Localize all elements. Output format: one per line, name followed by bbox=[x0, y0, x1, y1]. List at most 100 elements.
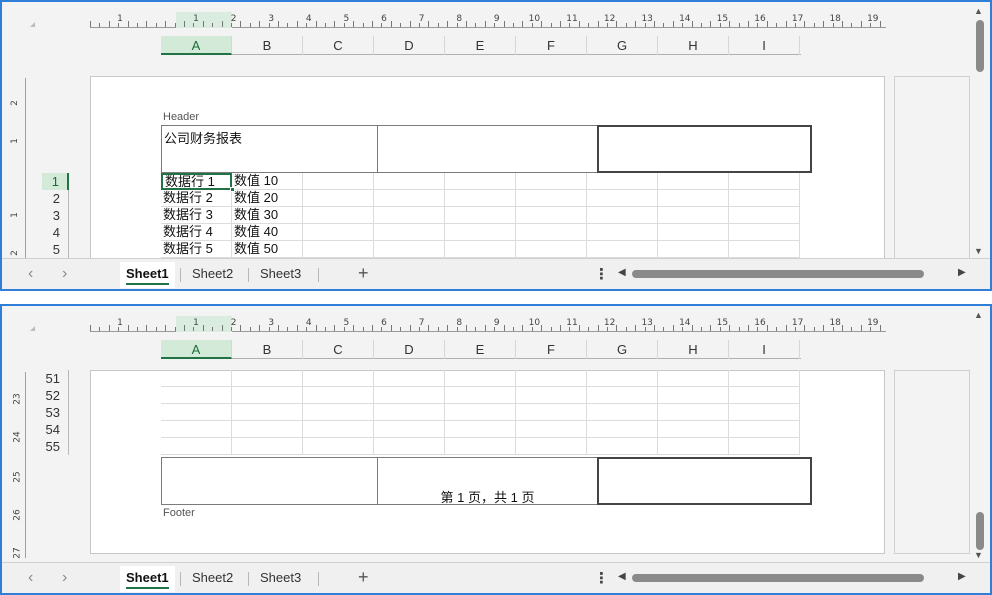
cell-d54[interactable] bbox=[374, 421, 445, 438]
scroll-up-icon[interactable]: ▲ bbox=[974, 310, 983, 320]
row-header-52[interactable]: 52 bbox=[42, 387, 69, 404]
cell-d53[interactable] bbox=[374, 404, 445, 421]
more-options-icon[interactable]: ⋮ bbox=[594, 265, 609, 283]
cell-e52[interactable] bbox=[445, 387, 516, 404]
column-header-e[interactable]: E bbox=[445, 36, 516, 55]
column-header-b[interactable]: B bbox=[232, 340, 303, 359]
cell-d51[interactable] bbox=[374, 370, 445, 387]
vertical-scroll-thumb[interactable] bbox=[976, 20, 984, 72]
cell-a55[interactable] bbox=[161, 438, 232, 455]
footer-right-section[interactable] bbox=[597, 457, 812, 505]
cell-d1[interactable] bbox=[374, 173, 445, 190]
cell-g5[interactable] bbox=[587, 241, 658, 258]
cell-a52[interactable] bbox=[161, 387, 232, 404]
column-header-f[interactable]: F bbox=[516, 36, 587, 55]
scroll-down-icon[interactable]: ▼ bbox=[974, 246, 983, 256]
tab-sheet3[interactable]: Sheet3 bbox=[254, 262, 307, 288]
cell-g55[interactable] bbox=[587, 438, 658, 455]
cell-b51[interactable] bbox=[232, 370, 303, 387]
tab-sheet2[interactable]: Sheet2 bbox=[186, 566, 239, 592]
cell-d4[interactable] bbox=[374, 224, 445, 241]
column-header-c[interactable]: C bbox=[303, 340, 374, 359]
column-header-a[interactable]: A bbox=[161, 340, 232, 359]
cell-b53[interactable] bbox=[232, 404, 303, 421]
cell-h3[interactable] bbox=[658, 207, 729, 224]
row-header-5[interactable]: 5 bbox=[42, 241, 69, 258]
add-sheet-icon[interactable]: + bbox=[358, 263, 369, 284]
cell-f52[interactable] bbox=[516, 387, 587, 404]
cell-g51[interactable] bbox=[587, 370, 658, 387]
cell-i54[interactable] bbox=[729, 421, 800, 438]
cell-d52[interactable] bbox=[374, 387, 445, 404]
cell-f51[interactable] bbox=[516, 370, 587, 387]
row-header-4[interactable]: 4 bbox=[42, 224, 69, 241]
cell-f55[interactable] bbox=[516, 438, 587, 455]
column-header-g[interactable]: G bbox=[587, 340, 658, 359]
cell-c4[interactable] bbox=[303, 224, 374, 241]
cell-i55[interactable] bbox=[729, 438, 800, 455]
tab-sheet2[interactable]: Sheet2 bbox=[186, 262, 239, 288]
cell-c51[interactable] bbox=[303, 370, 374, 387]
vertical-scroll-thumb[interactable] bbox=[976, 512, 984, 550]
column-header-i[interactable]: I bbox=[729, 340, 800, 359]
cell-b1[interactable]: 数值 10 bbox=[232, 173, 303, 190]
cell-d5[interactable] bbox=[374, 241, 445, 258]
cell-c52[interactable] bbox=[303, 387, 374, 404]
header-left-section[interactable]: 公司财务报表 bbox=[161, 125, 378, 173]
cell-d3[interactable] bbox=[374, 207, 445, 224]
cell-h53[interactable] bbox=[658, 404, 729, 421]
cell-h51[interactable] bbox=[658, 370, 729, 387]
row-header-53[interactable]: 53 bbox=[42, 404, 69, 421]
row-header-1[interactable]: 1 bbox=[42, 173, 69, 190]
cell-b55[interactable] bbox=[232, 438, 303, 455]
cell-h1[interactable] bbox=[658, 173, 729, 190]
cell-i51[interactable] bbox=[729, 370, 800, 387]
prev-sheet-icon[interactable]: ‹ bbox=[28, 569, 33, 587]
cell-a1[interactable]: 数据行 1 bbox=[161, 173, 232, 190]
row-header-51[interactable]: 51 bbox=[42, 370, 69, 387]
add-sheet-icon[interactable]: + bbox=[358, 567, 369, 588]
cell-f5[interactable] bbox=[516, 241, 587, 258]
cell-g2[interactable] bbox=[587, 190, 658, 207]
cell-c3[interactable] bbox=[303, 207, 374, 224]
column-header-a[interactable]: A bbox=[161, 36, 232, 55]
row-header-3[interactable]: 3 bbox=[42, 207, 69, 224]
cell-c5[interactable] bbox=[303, 241, 374, 258]
next-sheet-icon[interactable]: › bbox=[62, 265, 67, 283]
cell-e51[interactable] bbox=[445, 370, 516, 387]
footer-left-section[interactable] bbox=[161, 457, 378, 505]
cell-i1[interactable] bbox=[729, 173, 800, 190]
cell-a3[interactable]: 数据行 3 bbox=[161, 207, 232, 224]
more-options-icon[interactable]: ⋮ bbox=[594, 569, 609, 587]
cell-c53[interactable] bbox=[303, 404, 374, 421]
tab-sheet1[interactable]: Sheet1 bbox=[120, 262, 175, 288]
cell-c54[interactable] bbox=[303, 421, 374, 438]
cell-e2[interactable] bbox=[445, 190, 516, 207]
cell-e5[interactable] bbox=[445, 241, 516, 258]
cell-f4[interactable] bbox=[516, 224, 587, 241]
footer-center-section[interactable]: 第 1 页，共 1 页 bbox=[377, 457, 598, 505]
scroll-down-icon[interactable]: ▼ bbox=[974, 550, 983, 560]
row-header-55[interactable]: 55 bbox=[42, 438, 69, 455]
cell-h4[interactable] bbox=[658, 224, 729, 241]
cell-b54[interactable] bbox=[232, 421, 303, 438]
cell-a4[interactable]: 数据行 4 bbox=[161, 224, 232, 241]
cell-b5[interactable]: 数值 50 bbox=[232, 241, 303, 258]
tab-sheet3[interactable]: Sheet3 bbox=[254, 566, 307, 592]
cell-h55[interactable] bbox=[658, 438, 729, 455]
cell-f3[interactable] bbox=[516, 207, 587, 224]
cell-e1[interactable] bbox=[445, 173, 516, 190]
scroll-right-icon[interactable]: ▶ bbox=[958, 267, 966, 278]
row-header-54[interactable]: 54 bbox=[42, 421, 69, 438]
cell-b3[interactable]: 数值 30 bbox=[232, 207, 303, 224]
tab-sheet1[interactable]: Sheet1 bbox=[120, 566, 175, 592]
cell-i2[interactable] bbox=[729, 190, 800, 207]
cell-d55[interactable] bbox=[374, 438, 445, 455]
cell-c55[interactable] bbox=[303, 438, 374, 455]
column-header-h[interactable]: H bbox=[658, 36, 729, 55]
horizontal-scroll-thumb[interactable] bbox=[632, 574, 924, 582]
cell-g53[interactable] bbox=[587, 404, 658, 421]
cell-c1[interactable] bbox=[303, 173, 374, 190]
cell-b52[interactable] bbox=[232, 387, 303, 404]
scroll-up-icon[interactable]: ▲ bbox=[974, 6, 983, 16]
